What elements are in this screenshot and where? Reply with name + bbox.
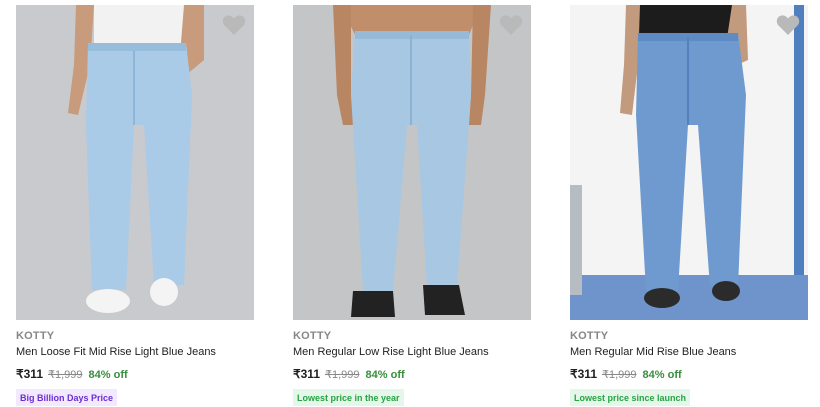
- product-card[interactable]: KOTTY Men Regular Mid Rise Blue Jeans ₹3…: [570, 0, 808, 407]
- heart-icon[interactable]: [776, 14, 800, 36]
- original-price: ₹1,999: [602, 369, 637, 381]
- price-row: ₹311 ₹1,999 84% off: [570, 367, 682, 381]
- original-price: ₹1,999: [48, 369, 83, 381]
- product-image[interactable]: [570, 5, 808, 320]
- brand-name: KOTTY: [293, 330, 332, 342]
- product-grid: KOTTY Men Loose Fit Mid Rise Light Blue …: [0, 0, 820, 407]
- product-title[interactable]: Men Regular Mid Rise Blue Jeans: [570, 346, 736, 358]
- product-card[interactable]: KOTTY Men Loose Fit Mid Rise Light Blue …: [16, 0, 254, 407]
- product-card[interactable]: KOTTY Men Regular Low Rise Light Blue Je…: [293, 0, 531, 407]
- price-row: ₹311 ₹1,999 84% off: [293, 367, 405, 381]
- brand-name: KOTTY: [16, 330, 55, 342]
- product-image[interactable]: [16, 5, 254, 320]
- discount-label: 84% off: [642, 369, 682, 381]
- offer-badge: Big Billion Days Price: [16, 389, 118, 406]
- selling-price: ₹311: [570, 367, 597, 381]
- product-image[interactable]: [293, 5, 531, 320]
- original-price: ₹1,999: [325, 369, 360, 381]
- jeans-image: [16, 5, 254, 320]
- offer-badge: Lowest price since launch: [570, 389, 691, 406]
- selling-price: ₹311: [293, 367, 320, 381]
- product-title[interactable]: Men Loose Fit Mid Rise Light Blue Jeans: [16, 346, 216, 358]
- price-row: ₹311 ₹1,999 84% off: [16, 367, 128, 381]
- heart-icon[interactable]: [222, 14, 246, 36]
- discount-label: 84% off: [88, 369, 128, 381]
- jeans-image: [293, 5, 531, 320]
- offer-badge: Lowest price in the year: [293, 389, 404, 406]
- discount-label: 84% off: [365, 369, 405, 381]
- brand-name: KOTTY: [570, 330, 609, 342]
- product-title[interactable]: Men Regular Low Rise Light Blue Jeans: [293, 346, 489, 358]
- selling-price: ₹311: [16, 367, 43, 381]
- heart-icon[interactable]: [499, 14, 523, 36]
- jeans-image: [570, 5, 808, 320]
